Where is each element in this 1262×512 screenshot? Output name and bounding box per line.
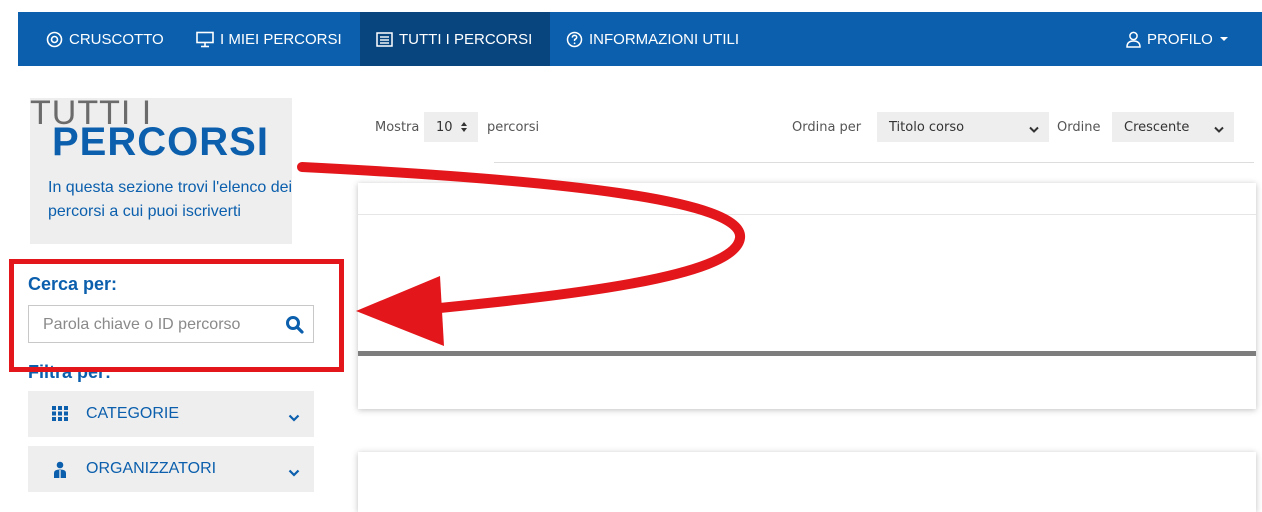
order-label: Ordine — [1057, 120, 1101, 135]
filter-organizzatori[interactable]: ORGANIZZATORI — [28, 446, 314, 492]
annotation-highlight-box — [9, 259, 344, 372]
user-icon — [1126, 31, 1141, 48]
card-divider — [358, 214, 1256, 215]
profile-label: PROFILO — [1147, 30, 1213, 48]
nav-item-label: I MIEI PERCORSI — [220, 30, 342, 48]
nav-item-label: TUTTI I PERCORSI — [399, 30, 533, 48]
order-value: Crescente — [1124, 119, 1190, 135]
page-header: TUTTI I PERCORSI In questa sezione trovi… — [30, 94, 292, 244]
nav-item-cruscotto[interactable]: CRUSCOTTO — [46, 12, 164, 66]
course-card[interactable] — [358, 183, 1256, 409]
nav-item-informazioni-utili[interactable]: INFORMAZIONI UTILI — [566, 12, 739, 66]
nav-item-tutti-percorsi[interactable]: TUTTI I PERCORSI — [360, 12, 550, 66]
filter-label: CATEGORIE — [86, 405, 180, 422]
card-progress-bar — [358, 351, 1256, 356]
nav-item-miei-percorsi[interactable]: I MIEI PERCORSI — [196, 12, 342, 66]
dashboard-icon — [46, 31, 63, 48]
grid-icon — [52, 406, 68, 426]
filter-categorie[interactable]: CATEGORIE — [28, 391, 314, 437]
page-description: In questa sezione trovi l'elenco dei per… — [48, 179, 293, 220]
page-title: PERCORSI — [52, 120, 269, 164]
filter-label: ORGANIZZATORI — [86, 460, 217, 477]
course-card[interactable] — [358, 452, 1256, 512]
profile-menu[interactable]: PROFILO — [1126, 12, 1229, 66]
show-count-value: 10 — [436, 119, 453, 135]
nav-item-label: INFORMAZIONI UTILI — [589, 30, 739, 48]
sort-arrows-icon — [460, 121, 468, 137]
chevron-down-icon — [1029, 123, 1039, 138]
chevron-down-icon — [288, 464, 300, 482]
sort-select[interactable]: Titolo corso — [877, 112, 1049, 142]
sort-label: Ordina per — [792, 120, 862, 135]
top-navbar: CRUSCOTTO I MIEI PERCORSI TUTTI I PERCOR… — [18, 12, 1262, 66]
monitor-icon — [196, 31, 214, 48]
toolbar-divider — [494, 162, 1254, 163]
list-icon — [376, 31, 393, 47]
order-select[interactable]: Crescente — [1112, 112, 1234, 142]
show-suffix: percorsi — [487, 120, 540, 135]
show-label: Mostra — [375, 120, 420, 135]
caret-down-icon — [1219, 35, 1229, 43]
chevron-down-icon — [288, 409, 300, 427]
sort-value: Titolo corso — [889, 119, 965, 135]
help-circle-icon — [566, 31, 583, 48]
nav-item-label: CRUSCOTTO — [69, 30, 164, 48]
chevron-down-icon — [1214, 123, 1224, 138]
users-icon — [52, 461, 68, 483]
show-count-select[interactable]: 10 — [424, 112, 478, 142]
